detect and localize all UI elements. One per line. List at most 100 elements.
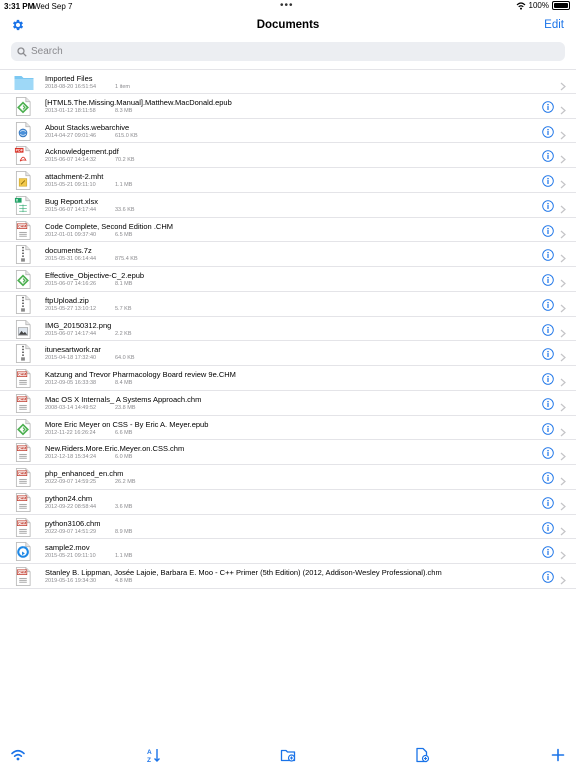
file-meta: 2012-12-18 15:34:24 6.0 MB (45, 454, 132, 461)
file-meta: 2015-06-07 14:17:44 33.6 KB (45, 207, 135, 213)
file-row[interactable]: CHM Katzung and Trevor Pharmacology Board… (0, 366, 576, 391)
file-size: 8.3 MB (115, 107, 133, 114)
wifi-status-icon (516, 1, 525, 10)
file-date: 2015-06-07 14:17:44 (45, 330, 97, 337)
info-icon[interactable] (542, 347, 554, 361)
file-row[interactable]: CHM Code Complete, Second Edition .CHM 201… (0, 218, 576, 243)
file-name: Bug Report.xlsx (45, 196, 98, 206)
file-row[interactable]: ftpUpload.zip 2015-05-27 13:10:12 5.7 KB (0, 292, 576, 317)
file-size: 8.4 MB (115, 380, 133, 386)
file-row[interactable]: CHM python3106.chm 2022-09-07 14:51:29 8.9 … (0, 515, 576, 540)
info-icon[interactable] (542, 224, 554, 237)
multitasking-dots-icon[interactable]: ••• (280, 0, 294, 11)
bottom-toolbar: AZ (0, 740, 576, 768)
new-file-icon[interactable] (414, 747, 430, 763)
info-icon[interactable] (542, 422, 554, 435)
info-icon[interactable] (542, 323, 554, 336)
info-icon[interactable] (542, 125, 554, 138)
file-size: 6.0 MB (115, 454, 133, 461)
info-icon[interactable] (542, 471, 554, 484)
chevron-right-icon (560, 201, 566, 214)
info-icon[interactable] (542, 521, 554, 534)
info-icon[interactable] (542, 446, 554, 460)
file-row[interactable]: More Eric Meyer on CSS - By Eric A. Meye… (0, 416, 576, 441)
info-icon[interactable] (542, 174, 554, 187)
file-row[interactable]: attachment-2.mht 2015-05-21 09:11:10 1.1 M… (0, 168, 576, 193)
file-row[interactable]: sample2.mov 2015-05-21 09:11:10 1.1 MB (0, 539, 576, 564)
svg-text:CHM: CHM (18, 224, 26, 228)
file-row[interactable]: About Stacks.webarchive 2014-04-27 09:01:… (0, 119, 576, 144)
file-size: 26.2 MB (115, 479, 136, 485)
file-date: 2015-06-07 14:14:32 (45, 157, 97, 164)
file-size: 33.6 KB (115, 206, 135, 213)
chevron-right-icon (560, 226, 566, 238)
file-row[interactable]: Imported Files 2018-08-20 16:51:54 1 item (0, 69, 576, 94)
file-row[interactable]: CHM Mac OS X Internals_ A Systems Approac… (0, 391, 576, 416)
info-icon[interactable] (542, 100, 554, 113)
wifi-transfer-icon[interactable] (10, 747, 26, 763)
file-date: 2015-05-21 09:11:10 (45, 553, 96, 560)
battery-icon (552, 1, 570, 10)
file-size: 5.7 KB (115, 305, 132, 312)
file-name: ftpUpload.zip (45, 295, 89, 305)
file-name: attachment-2.mht (45, 172, 104, 181)
info-icon[interactable] (542, 298, 554, 311)
file-meta: 2022-09-07 14:59:25 26.2 MB (45, 479, 135, 485)
file-row[interactable]: X Bug Report.xlsx 2015-06-07 14:17:44 33.6 … (0, 193, 576, 218)
chevron-right-icon (560, 275, 566, 288)
info-icon[interactable] (542, 545, 554, 559)
file-row[interactable]: PDF Acknowledgement.pdf 2015-06-07 14:14:3… (0, 143, 576, 168)
file-row[interactable]: CHM Stanley B. Lippman, Josée Lajoie, Bar… (0, 564, 576, 589)
file-date: 2019-05-16 19:34:30 (45, 578, 97, 584)
file-row[interactable]: [HTML5.The.Missing.Manual].Matthew.MacDo… (0, 94, 576, 119)
svg-text:Z: Z (147, 757, 151, 763)
page-title: Documents (256, 19, 320, 31)
file-meta: 2015-04-18 17:32:40 64.0 KB (45, 355, 135, 361)
file-name: Katzung and Trevor Pharmacology Board re… (45, 370, 236, 379)
info-icon[interactable] (542, 372, 554, 385)
chevron-right-icon (560, 448, 566, 461)
info-icon[interactable] (542, 199, 554, 212)
file-row[interactable]: CHM New.Riders.More.Eric.Meyer.on.CSS.chm… (0, 440, 576, 465)
info-icon[interactable] (542, 397, 554, 410)
chm-file-icon: CHM (14, 492, 32, 512)
file-size: 8.1 MB (115, 281, 133, 287)
mht-file-icon (14, 171, 32, 190)
file-meta: 2015-05-31 06:14:44 875.4 KB (45, 256, 138, 262)
file-meta: 2012-11-22 16:26:24 6.6 MB (45, 430, 132, 436)
info-icon[interactable] (542, 149, 554, 163)
svg-text:CHM: CHM (18, 397, 26, 401)
svg-text:CHM: CHM (18, 521, 26, 525)
file-meta: 2012-09-22 08:58:44 3.6 MB (45, 504, 132, 510)
file-name: Stanley B. Lippman, Josée Lajoie, Barbar… (45, 568, 442, 577)
file-date: 2012-12-18 15:34:24 (45, 454, 97, 461)
search-icon (17, 46, 27, 57)
file-row[interactable]: documents.7z 2015-05-31 06:14:44 875.4 KB (0, 242, 576, 267)
chm-file-icon: CHM (14, 517, 32, 537)
zip-file-icon (14, 294, 32, 314)
file-row[interactable]: CHM python24.chm 2012-09-22 08:58:44 3.6 MB (0, 490, 576, 515)
info-icon[interactable] (542, 496, 554, 509)
file-meta: 2015-06-07 14:14:32 70.2 KB (45, 157, 135, 164)
status-bar: 3:31 PM Wed Sep 7 ••• 100% (0, 0, 576, 12)
info-icon[interactable] (542, 248, 554, 262)
new-folder-icon[interactable] (280, 747, 296, 763)
file-list: Imported Files 2018-08-20 16:51:54 1 item [… (0, 69, 576, 589)
image-file-icon (14, 319, 32, 339)
file-row[interactable]: itunesartwork.rar 2015-04-18 17:32:40 64.0… (0, 341, 576, 366)
svg-text:CHM: CHM (18, 472, 26, 476)
file-name: python24.chm (45, 493, 93, 503)
add-icon[interactable] (550, 747, 566, 763)
file-row[interactable]: CHM php_enhanced_en.chm 2022-09-07 14:59:2… (0, 465, 576, 490)
edit-button[interactable]: Edit (544, 19, 564, 31)
sort-az-icon[interactable]: AZ (146, 747, 162, 763)
info-icon[interactable] (542, 570, 554, 583)
file-size: 615.0 KB (115, 132, 138, 139)
chevron-right-icon (560, 176, 566, 189)
status-time: 3:31 PM (4, 2, 35, 11)
file-row[interactable]: IMG_20150312.png 2015-06-07 14:17:44 2.2 K… (0, 317, 576, 342)
info-icon[interactable] (542, 273, 554, 286)
search-field[interactable]: Search (11, 42, 565, 61)
epub-file-icon (14, 418, 32, 438)
file-row[interactable]: Effective_Objective-C_2.epub 2015-06-07 1… (0, 267, 576, 292)
